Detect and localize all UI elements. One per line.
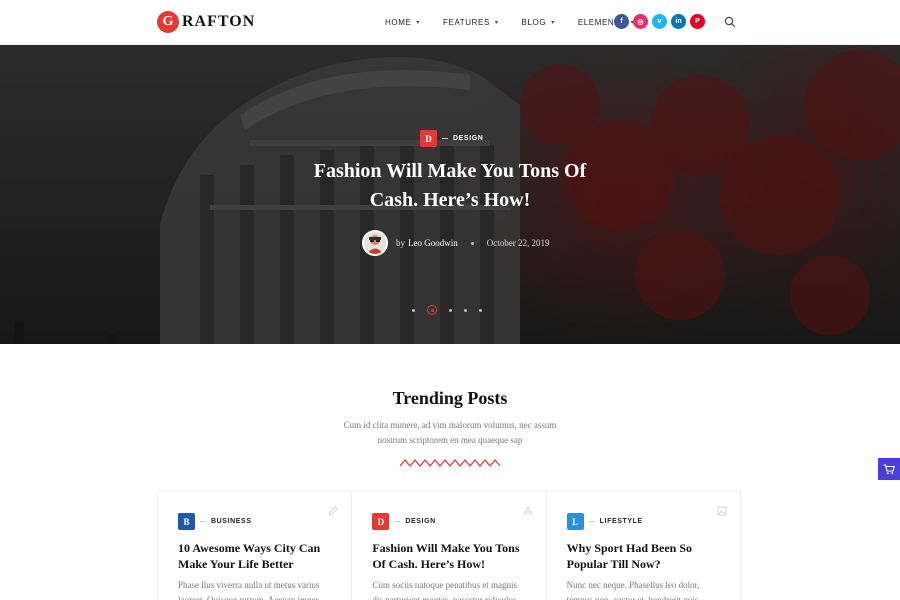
- meta-separator: [470, 241, 474, 245]
- logo-text: RAFTON: [182, 13, 256, 30]
- logo[interactable]: G RAFTON: [157, 11, 255, 33]
- category-dash: [442, 138, 448, 139]
- chevron-down-icon: ▾: [494, 20, 499, 26]
- post-card[interactable]: L LIFESTYLE Why Sport Had Been So Popula…: [547, 492, 740, 600]
- nav-item-home[interactable]: HOME ▾: [385, 18, 420, 27]
- logo-badge: G: [157, 11, 179, 33]
- slider-dot-active[interactable]: [427, 305, 437, 315]
- category-dash: [588, 521, 595, 522]
- post-date: October 22, 2019: [486, 238, 550, 248]
- section-title: Trending Posts: [392, 388, 508, 408]
- category-badge: B: [178, 513, 195, 530]
- category-badge: D: [372, 513, 390, 530]
- card-excerpt: Phase llus viverra nulla ut metus varius…: [178, 580, 320, 600]
- card-title[interactable]: Fashion Will Make You Tons Of Cash. Here…: [372, 540, 525, 572]
- hero-category[interactable]: D DESIGN: [420, 130, 483, 147]
- section-subtitle: Cum id clita munere, ad vim malorum volu…: [343, 420, 557, 445]
- card-title[interactable]: 10 Awesome Ways City Can Make Your Life …: [178, 540, 331, 572]
- nav-item-label: BLOG: [521, 18, 547, 27]
- card-excerpt: Cum sociis natoque penatibus et magnis d…: [372, 580, 518, 600]
- nav-item-label: HOME: [385, 18, 412, 27]
- slider-dot[interactable]: [449, 308, 452, 312]
- category-badge: D: [420, 130, 437, 147]
- category-label: BUSINESS: [211, 518, 252, 525]
- author-avatar-icon: [364, 232, 386, 254]
- category-label: LIFESTYLE: [599, 518, 643, 525]
- pencil-icon: [328, 506, 338, 516]
- hero-slider: D DESIGN Fashion Will Make You Tons Of C…: [0, 45, 900, 344]
- post-card[interactable]: B BUSINESS 10 Awesome Ways City Can Make…: [158, 492, 353, 600]
- card-excerpt: Nunc nec neque. Phasellus leo dolor, tem…: [566, 580, 701, 600]
- chevron-down-icon: ▾: [416, 20, 421, 26]
- image-icon: [717, 506, 727, 516]
- trending-posts-grid: B BUSINESS 10 Awesome Ways City Can Make…: [157, 491, 741, 600]
- hero-title[interactable]: Fashion Will Make You Tons Of Cash. Here…: [300, 157, 600, 215]
- card-category[interactable]: L LIFESTYLE: [566, 513, 720, 530]
- nav-item-blog[interactable]: BLOG ▾: [522, 18, 555, 27]
- slider-dot[interactable]: [464, 308, 467, 312]
- by-label: by: [396, 238, 405, 248]
- card-category[interactable]: D DESIGN: [372, 513, 525, 530]
- chevron-down-icon: ▾: [551, 20, 555, 26]
- slider-dot[interactable]: [412, 308, 415, 312]
- category-dash: [200, 521, 206, 522]
- search-icon[interactable]: [724, 16, 736, 28]
- avatar[interactable]: [362, 230, 388, 256]
- card-category[interactable]: B BUSINESS: [178, 513, 331, 530]
- site-header: G RAFTON HOME ▾ FEATURES ▾ BLOG ▾ ELEMEN…: [0, 0, 900, 45]
- nav-item-label: FEATURES: [443, 18, 490, 27]
- instagram-icon[interactable]: ◎: [633, 14, 648, 29]
- slider-dot[interactable]: [479, 308, 482, 312]
- card-title[interactable]: Why Sport Had Been So Popular Till Now?: [567, 540, 720, 572]
- font-icon: [523, 506, 533, 516]
- cart-button[interactable]: [878, 458, 900, 480]
- category-dash: [394, 521, 401, 522]
- facebook-icon[interactable]: f: [614, 14, 629, 29]
- pinterest-icon[interactable]: P: [690, 14, 705, 29]
- nav-item-features[interactable]: FEATURES ▾: [443, 18, 499, 27]
- slider-dots: [412, 305, 494, 315]
- vimeo-icon[interactable]: v: [652, 14, 667, 29]
- post-card[interactable]: D DESIGN Fashion Will Make You Tons Of C…: [352, 492, 547, 600]
- category-label: DESIGN: [453, 135, 484, 142]
- zigzag-divider: [400, 458, 500, 468]
- linkedin-icon[interactable]: in: [671, 14, 686, 29]
- social-links: f ◎ v in P: [614, 14, 709, 29]
- category-badge: L: [566, 513, 584, 530]
- hero-meta: by Leo Goodwin October 22, 2019: [362, 230, 550, 256]
- cart-icon: [883, 463, 895, 474]
- author-name[interactable]: Leo Goodwin: [408, 238, 458, 248]
- category-label: DESIGN: [405, 518, 436, 525]
